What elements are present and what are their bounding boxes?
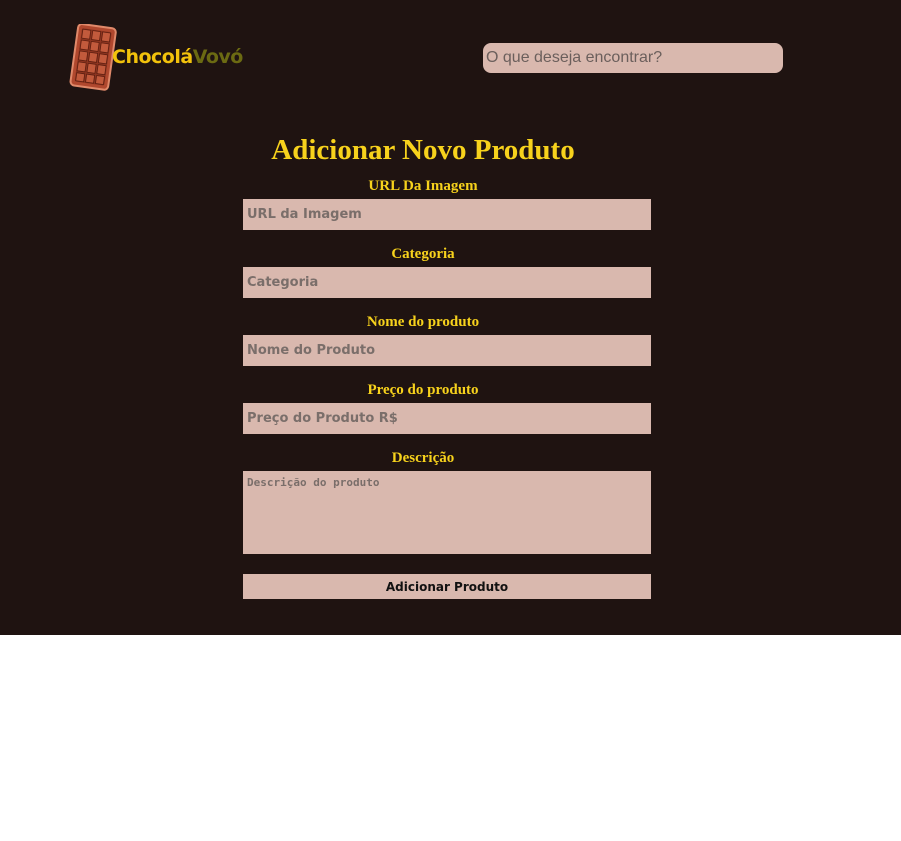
product-price-label: Preço do produto bbox=[367, 382, 479, 398]
logo-text-chocola: Chocolá bbox=[112, 46, 193, 68]
image-url-input[interactable] bbox=[243, 199, 651, 230]
form-title: Adicionar Novo Produto bbox=[271, 134, 575, 166]
description-label: Descrição bbox=[391, 450, 455, 466]
search-input[interactable] bbox=[483, 43, 783, 73]
logo-wordmark: ChocoláVovó bbox=[112, 46, 243, 68]
category-input[interactable] bbox=[243, 267, 651, 298]
product-name-input[interactable] bbox=[243, 335, 651, 366]
logo-text-vovo: Vovó bbox=[192, 46, 244, 68]
product-price-input[interactable] bbox=[243, 403, 651, 434]
page-header-and-form-area: ChocoláVovó Adicionar Novo Produto URL D… bbox=[0, 0, 901, 635]
product-name-label: Nome do produto bbox=[366, 314, 480, 330]
image-url-label: URL Da Imagem bbox=[368, 178, 478, 194]
description-textarea[interactable] bbox=[243, 471, 651, 554]
site-logo[interactable]: ChocoláVovó bbox=[68, 24, 248, 92]
add-product-button[interactable]: Adicionar Produto bbox=[243, 574, 651, 599]
category-label: Categoria bbox=[391, 246, 455, 262]
